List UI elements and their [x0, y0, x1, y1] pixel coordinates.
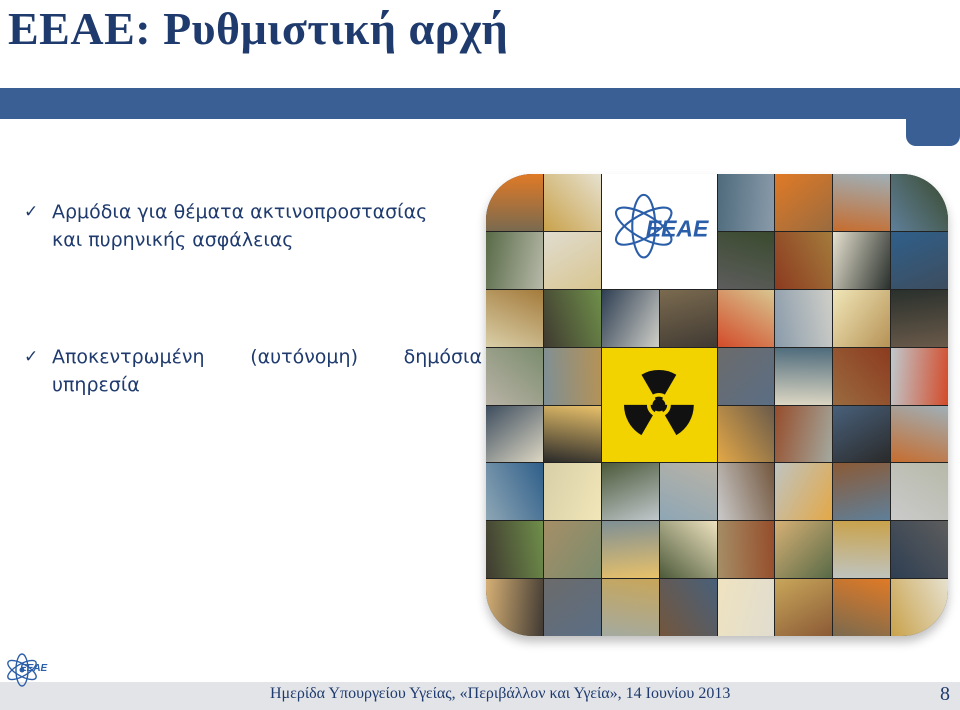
collage-photo [891, 521, 948, 579]
footer-logo-text: EEAE [20, 663, 48, 674]
collage-photo [486, 463, 543, 521]
collage-photo [891, 579, 948, 636]
collage-photo [659, 289, 717, 347]
collage-photo [775, 463, 833, 521]
collage-photo [601, 289, 659, 347]
collage-photo [486, 174, 543, 231]
bullet-line-justified: Αποκεντρωμένη (αυτόνομη) δημόσια [52, 343, 482, 371]
collage-photo [717, 289, 775, 347]
photo-collage: EEAE [486, 174, 948, 636]
collage-photo [543, 579, 601, 636]
collage-photo [486, 521, 543, 579]
collage-photo [891, 289, 948, 347]
check-mark-icon: ✓ [24, 347, 39, 367]
collage-photo [833, 231, 891, 289]
collage-photo [833, 289, 891, 347]
collage-photo [486, 405, 543, 463]
collage-photo [601, 579, 659, 636]
collage-logo-text: EEAE [646, 216, 709, 242]
collage-photo [891, 231, 948, 289]
collage-photo [833, 347, 891, 405]
footer-text: Ημερίδα Υπουργείου Υγείας, «Περιβάλλον κ… [270, 685, 731, 702]
collage-photo [659, 521, 717, 579]
collage-photo [891, 405, 948, 463]
collage-photo [717, 174, 775, 231]
collage-photo [543, 463, 601, 521]
bullet-item-service: ✓ Αποκεντρωμένη (αυτόνομη) δημόσια υπηρε… [24, 343, 482, 399]
collage-photo [775, 289, 833, 347]
bullet-word: (αυτόνομη) [250, 346, 358, 368]
bullet-word: Αποκεντρωμένη [52, 346, 205, 368]
collage-photo [833, 579, 891, 636]
collage-photo [891, 463, 948, 521]
collage-photo [543, 521, 601, 579]
collage-photo [717, 231, 775, 289]
bullet-word: δημόσια [403, 346, 482, 368]
collage-photo [543, 347, 601, 405]
collage-photo [775, 231, 833, 289]
bullet-line: και πυρηνικής ασφάλειας [52, 229, 294, 251]
collage-photo [775, 521, 833, 579]
collage-photo [891, 174, 948, 231]
collage-photo [833, 405, 891, 463]
bullet-line: υπηρεσία [52, 374, 140, 396]
atom-logo-icon: EEAE [614, 193, 709, 259]
collage-photo [486, 231, 543, 289]
collage-photo [833, 174, 891, 231]
collage-photo [601, 463, 659, 521]
collage-photo [543, 289, 601, 347]
bullet-line: Αρμόδια για θέματα ακτινοπροστασίας [52, 201, 428, 223]
collage-photo [717, 463, 775, 521]
collage-photo [486, 347, 543, 405]
collage-photo [717, 405, 775, 463]
collage-photo [659, 579, 717, 636]
collage-photo [775, 347, 833, 405]
header-band-tab [906, 106, 960, 146]
collage-photo [486, 579, 543, 636]
collage-photo [775, 579, 833, 636]
collage-photo [717, 347, 775, 405]
header-band [0, 88, 960, 119]
collage-photo [717, 579, 775, 636]
collage-photo [486, 289, 543, 347]
collage-photo [717, 521, 775, 579]
collage-photo [543, 174, 601, 231]
radiation-hazard-icon [601, 347, 717, 463]
collage-logo-tile: EEAE [601, 174, 717, 289]
collage-grid: EEAE [486, 174, 948, 636]
collage-photo [833, 521, 891, 579]
collage-photo [543, 405, 601, 463]
check-mark-icon: ✓ [24, 202, 39, 222]
collage-photo [659, 463, 717, 521]
page-number: 8 [940, 683, 950, 705]
collage-photo [891, 347, 948, 405]
collage-photo [601, 521, 659, 579]
bullet-item-competence: ✓ Αρμόδια για θέματα ακτινοπροστασίας κα… [24, 198, 482, 254]
collage-photo [775, 174, 833, 231]
collage-photo [775, 405, 833, 463]
slide-title: ΕΕΑΕ: Ρυθμιστική αρχή [8, 3, 509, 54]
collage-photo [543, 231, 601, 289]
collage-photo [833, 463, 891, 521]
